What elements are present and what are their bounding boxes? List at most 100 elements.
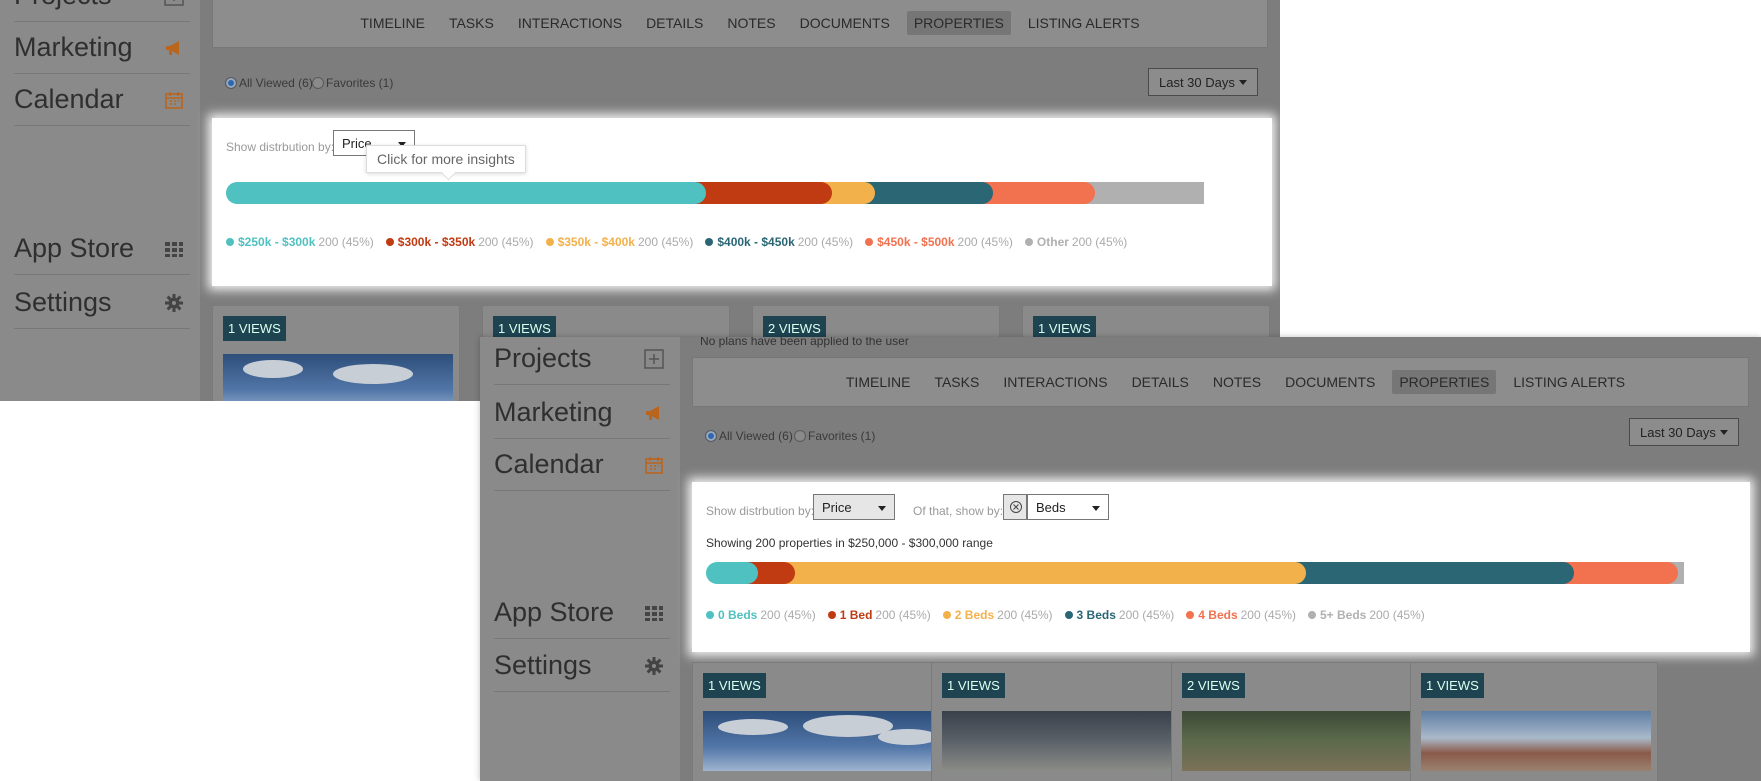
legend-dot xyxy=(1186,611,1195,619)
legend-item[interactable]: Other 200 (45%) xyxy=(1024,235,1128,249)
tab-interactions[interactable]: INTERACTIONS xyxy=(511,11,629,35)
tab-timeline[interactable]: TIMELINE xyxy=(839,370,918,394)
tab-timeline[interactable]: TIMELINE xyxy=(353,11,432,35)
bar-segment[interactable] xyxy=(695,182,832,204)
tab-tasks[interactable]: TASKS xyxy=(927,370,986,394)
legend-item[interactable]: 2 Beds 200 (45%) xyxy=(942,608,1053,622)
sidebar-item-settings[interactable]: Settings xyxy=(494,640,670,692)
tab-documents[interactable]: DOCUMENTS xyxy=(1278,370,1382,394)
legend-count: 200 (45%) xyxy=(1118,608,1175,622)
views-badge: 1 VIEWS xyxy=(1421,673,1484,698)
views-badge: 1 VIEWS xyxy=(703,673,766,698)
bar-segment[interactable] xyxy=(864,182,993,204)
sidebar-item-app-store[interactable]: App Store xyxy=(494,587,670,639)
bar-segment[interactable] xyxy=(706,562,758,584)
tab-notes[interactable]: NOTES xyxy=(1206,370,1268,394)
favorites-radio[interactable]: Favorites (1) xyxy=(312,76,393,90)
sidebar-item-calendar[interactable]: Calendar xyxy=(494,439,670,491)
clear-sub-distribution-button[interactable] xyxy=(1003,494,1027,520)
legend-count: 200 (45%) xyxy=(1071,235,1128,249)
property-card[interactable]: 1 VIEWS xyxy=(931,662,1179,781)
property-card[interactable]: 1 VIEWS xyxy=(1410,662,1658,781)
legend-label: 2 Beds xyxy=(954,608,995,622)
radio-dot xyxy=(794,430,806,442)
tab-details[interactable]: DETAILS xyxy=(639,11,710,35)
sidebar-item-marketing[interactable]: Marketing xyxy=(14,22,190,74)
legend-item[interactable]: 3 Beds 200 (45%) xyxy=(1064,608,1175,622)
sidebar: Projects Marketing Calendar App Store Se… xyxy=(0,0,200,401)
sidebar-item-projects[interactable]: Projects xyxy=(494,337,670,385)
bar-segment[interactable] xyxy=(1562,562,1679,584)
property-card[interactable]: 1 VIEWS xyxy=(212,305,460,401)
price-distribution-bar[interactable] xyxy=(226,182,1259,204)
beds-legend: 0 Beds 200 (45%) 1 Bed 200 (45%) 2 Beds 200 (… xyxy=(706,608,1437,622)
legend-item[interactable]: $300k - $350k 200 (45%) xyxy=(385,235,534,249)
bar-segment[interactable] xyxy=(1084,182,1204,204)
sidebar-item-label: Settings xyxy=(494,650,592,680)
legend-count: 200 (45%) xyxy=(797,235,854,249)
tab-properties[interactable]: PROPERTIES xyxy=(906,11,1011,35)
tab-properties[interactable]: PROPERTIES xyxy=(1392,370,1497,394)
legend-label: 1 Bed xyxy=(839,608,873,622)
bar-segment[interactable] xyxy=(1294,562,1574,584)
sidebar-item-app-store[interactable]: App Store xyxy=(14,223,190,275)
sidebar-item-calendar[interactable]: Calendar xyxy=(14,74,190,126)
screenshot-beds-distribution: Projects Marketing Calendar App Store Se… xyxy=(480,337,1761,781)
bar-segment[interactable] xyxy=(784,562,1306,584)
legend-item[interactable]: $400k - $450k 200 (45%) xyxy=(705,235,853,249)
main-content: No plans have been applied to the user T… xyxy=(680,337,1761,781)
legend-item[interactable]: 4 Beds 200 (45%) xyxy=(1186,608,1296,622)
property-card[interactable]: 2 VIEWS xyxy=(1171,662,1419,781)
sidebar-item-label: App Store xyxy=(494,597,615,627)
tab-listing-alerts[interactable]: LISTING ALERTS xyxy=(1021,11,1147,35)
distribution-panel: Show distrbution by: Price $250k - $300k… xyxy=(212,118,1272,286)
favorites-radio[interactable]: Favorites (1) xyxy=(794,429,875,443)
bar-segment[interactable] xyxy=(981,182,1096,204)
legend-item[interactable]: $450k - $500k 200 (45%) xyxy=(865,235,1013,249)
radio-dot xyxy=(312,77,324,89)
grid-icon xyxy=(645,606,663,621)
property-card[interactable]: 1 VIEWS xyxy=(692,662,940,781)
all-viewed-radio[interactable]: All Viewed (6) xyxy=(705,429,793,443)
views-badge: 1 VIEWS xyxy=(223,316,286,341)
legend-dot xyxy=(705,238,714,246)
filter-row: All Viewed (6) Favorites (1) Last 30 Day… xyxy=(212,58,1268,108)
tab-interactions[interactable]: INTERACTIONS xyxy=(996,370,1114,394)
chevron-down-icon xyxy=(878,506,886,511)
legend-item[interactable]: 1 Bed 200 (45%) xyxy=(827,608,931,622)
all-viewed-radio[interactable]: All Viewed (6) xyxy=(225,76,313,90)
tab-tasks[interactable]: TASKS xyxy=(442,11,501,35)
showing-summary: Showing 200 properties in $250,000 - $30… xyxy=(706,536,993,550)
sub-distribution-select[interactable]: Beds xyxy=(1027,494,1109,520)
bar-segment[interactable] xyxy=(226,182,707,204)
legend-item[interactable]: $250k - $300k 200 (45%) xyxy=(226,235,374,249)
legend-label: Other xyxy=(1036,235,1069,249)
date-range-select[interactable]: Last 30 Days xyxy=(1629,418,1739,446)
radio-dot xyxy=(225,77,237,89)
legend-count: 200 (45%) xyxy=(957,235,1013,249)
legend-item[interactable]: $350k - $400k 200 (45%) xyxy=(545,235,694,249)
tab-listing-alerts[interactable]: LISTING ALERTS xyxy=(1506,370,1632,394)
legend-dot xyxy=(385,238,394,246)
tab-notes[interactable]: NOTES xyxy=(720,11,782,35)
insights-tooltip: Click for more insights xyxy=(366,145,526,173)
legend-dot xyxy=(226,238,234,246)
all-viewed-label: All Viewed (6) xyxy=(719,429,793,443)
distribution-by-value: Price xyxy=(822,500,852,515)
sidebar-item-marketing[interactable]: Marketing xyxy=(494,387,670,439)
legend-dot xyxy=(827,611,836,619)
legend-count: 200 (45%) xyxy=(637,235,694,249)
chevron-down-icon xyxy=(1239,80,1247,85)
distribution-by-label: Show distrbution by: xyxy=(226,140,335,154)
sidebar-item-settings[interactable]: Settings xyxy=(14,277,190,329)
legend-item[interactable]: 0 Beds 200 (45%) xyxy=(706,608,816,622)
distribution-by-select[interactable]: Price xyxy=(813,494,895,520)
chevron-down-icon xyxy=(1092,506,1100,511)
legend-item[interactable]: 5+ Beds 200 (45%) xyxy=(1308,608,1425,622)
tab-details[interactable]: DETAILS xyxy=(1125,370,1196,394)
radio-dot xyxy=(705,430,717,442)
beds-distribution-bar[interactable] xyxy=(706,562,1739,584)
sidebar-item-projects[interactable]: Projects xyxy=(14,0,190,22)
tab-documents[interactable]: DOCUMENTS xyxy=(793,11,897,35)
date-range-select[interactable]: Last 30 Days xyxy=(1148,68,1258,96)
